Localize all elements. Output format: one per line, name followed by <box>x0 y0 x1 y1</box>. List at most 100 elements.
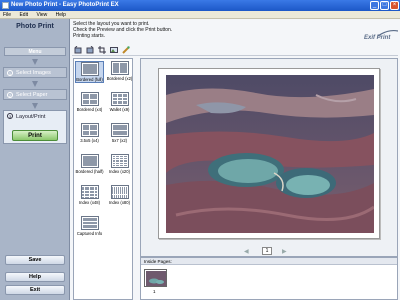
print-button[interactable]: Print <box>12 130 58 141</box>
layout-cell <box>116 160 119 162</box>
menu-bar: File Edit View Help <box>0 11 400 19</box>
page-thumbnail-image <box>145 270 166 286</box>
layout-label: Index (x48) <box>79 200 100 205</box>
exif-print-logo: Exif Print <box>364 35 391 41</box>
menu-file[interactable]: File <box>0 11 15 18</box>
layout-thumbnail <box>80 216 99 230</box>
next-page-button[interactable]: ▶ <box>282 248 287 255</box>
inside-pages-panel: Inside Pages: 1 <box>140 257 398 300</box>
layout-cell <box>90 125 97 130</box>
save-button[interactable]: Save <box>5 255 65 265</box>
layout-label: Index (x80) <box>109 200 130 205</box>
step-select-paper[interactable]: 2 Select Paper <box>3 89 67 100</box>
layout-cell <box>122 94 127 97</box>
layout-cell <box>123 160 127 162</box>
layout-option[interactable]: Bordered (x4) <box>75 92 104 112</box>
layout-cell <box>120 160 123 162</box>
step-label: Layout/Print <box>16 114 46 120</box>
layout-option[interactable]: Index (x48) <box>75 185 104 205</box>
layout-cell <box>120 156 123 158</box>
layout-option[interactable]: Captured Info <box>75 216 104 236</box>
layout-thumbnail <box>110 92 129 106</box>
layout-cell <box>120 164 123 166</box>
exit-button[interactable]: Exit <box>5 285 65 295</box>
layout-cell <box>112 164 116 166</box>
layout-cell <box>125 196 127 198</box>
title-bar: New Photo Print - Easy PhotoPrint EX _ □… <box>0 0 400 11</box>
instruction-line: Printing starts. <box>73 33 105 39</box>
layout-cell <box>112 63 119 73</box>
main-panel: Select the layout you want to print. Che… <box>70 19 400 300</box>
layout-cell <box>112 94 117 97</box>
layout-cell <box>120 158 123 160</box>
instructions: Select the layout you want to print. Che… <box>73 21 172 39</box>
step-number: 2 <box>7 91 13 98</box>
layout-option[interactable]: Index (x20) <box>105 154 132 174</box>
layout-label: Index (x20) <box>109 169 130 174</box>
layout-cell <box>116 162 119 164</box>
help-button[interactable]: Help <box>5 272 65 282</box>
layout-list: Bordered (full) Bordered (x2) Bordered (x4… <box>73 58 133 300</box>
layout-option[interactable]: Index (x80) <box>105 185 132 205</box>
menu-button[interactable]: Menu <box>4 47 66 56</box>
layout-thumbnail <box>110 185 129 199</box>
menu-help[interactable]: Help <box>53 11 70 18</box>
layout-option[interactable]: 3.5x5 (x4) <box>75 123 104 143</box>
minimize-button[interactable]: _ <box>370 1 379 10</box>
close-button[interactable]: × <box>390 1 399 10</box>
rotate-right-icon[interactable] <box>86 46 94 54</box>
menu-view[interactable]: View <box>33 11 51 18</box>
layout-cell <box>116 156 119 158</box>
edit-toolbar <box>72 44 398 56</box>
print-preview <box>140 58 398 257</box>
brush-icon[interactable] <box>122 46 130 54</box>
layout-cell <box>112 97 117 101</box>
layout-option[interactable]: Wallet (x9) <box>105 92 132 112</box>
layout-cell <box>120 162 123 164</box>
layout-thumbnail <box>80 185 99 199</box>
rotate-left-icon[interactable] <box>74 46 82 54</box>
layout-cell <box>116 158 119 160</box>
layout-label: 3.5x5 (x4) <box>80 138 99 143</box>
layout-option[interactable]: Bordered (half) <box>75 154 104 174</box>
layout-cell <box>120 63 127 73</box>
layout-cell <box>82 99 89 104</box>
layout-cell <box>82 218 97 221</box>
page-navigator: ◀ 1 ▶ <box>140 247 398 256</box>
layout-label: Bordered (full) <box>76 77 103 82</box>
layout-cell <box>90 99 97 104</box>
layout-thumbnail <box>110 61 129 75</box>
layout-label: Captured Info <box>76 231 103 236</box>
layout-option[interactable]: Bordered (x2) <box>105 61 132 81</box>
layout-thumbnail <box>80 62 99 76</box>
layout-cell <box>117 94 122 97</box>
step-select-images[interactable]: 1 Select Images <box>3 67 67 78</box>
layout-cell <box>90 94 97 99</box>
layout-option[interactable]: 5x7 (x2) <box>105 123 132 143</box>
step-number: 1 <box>7 69 13 76</box>
maximize-button[interactable]: □ <box>380 1 389 10</box>
menu-edit[interactable]: Edit <box>16 11 32 18</box>
layout-thumbnail <box>80 92 99 106</box>
step-number: 3 <box>7 113 13 119</box>
layout-label: Bordered (x4) <box>76 107 103 112</box>
layout-cell <box>112 130 127 135</box>
app-icon <box>2 2 9 9</box>
image-edit-icon[interactable] <box>110 46 118 54</box>
step-label: Select Images <box>16 70 51 76</box>
page-thumbnail[interactable] <box>144 269 167 287</box>
layout-thumbnail <box>110 123 129 137</box>
layout-cell <box>116 164 119 166</box>
layout-option[interactable]: Bordered (full) <box>75 61 104 83</box>
layout-cell <box>117 97 122 101</box>
previous-page-button[interactable]: ◀ <box>244 248 249 255</box>
layout-cell <box>122 101 127 104</box>
layout-cell <box>123 164 127 166</box>
inside-pages-label: Inside Pages: <box>141 258 397 265</box>
layout-cell <box>90 130 97 135</box>
layout-thumbnail <box>110 154 129 168</box>
layout-thumbnail <box>80 154 99 168</box>
crop-icon[interactable] <box>98 46 106 54</box>
layout-cell <box>122 97 127 101</box>
layout-cell <box>112 162 116 164</box>
